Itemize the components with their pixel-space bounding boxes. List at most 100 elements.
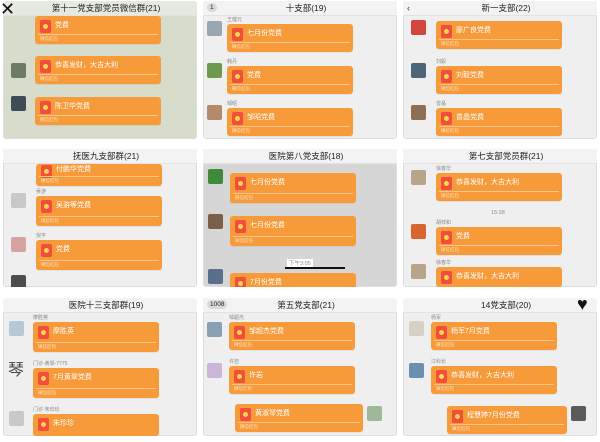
sender-name: 刘毅 [436, 59, 447, 65]
red-packet-message[interactable]: 恭喜发财，大吉大利 微信红包 [431, 366, 557, 394]
chat-title: 抚医九支部群(21) [72, 151, 140, 161]
red-packet-message[interactable]: 恭喜发财，大吉大利 微信红包 [35, 56, 161, 84]
avatar[interactable] [207, 363, 222, 378]
avatar[interactable] [411, 224, 426, 239]
red-packet-icon [38, 372, 49, 385]
red-packet-label: 微信红包 [41, 262, 59, 267]
red-packet-icon [441, 25, 452, 38]
red-packet-icon [41, 244, 52, 257]
red-packet-label: 微信红包 [436, 342, 454, 347]
red-packet-message[interactable]: 党费 微信红包 [36, 240, 162, 270]
red-packet-message[interactable]: 许岩 微信红包 [229, 366, 355, 394]
red-packet-text: 邹昭党费 [247, 114, 275, 121]
red-packet-label: 微信红包 [235, 238, 253, 243]
red-packet-icon [235, 177, 246, 190]
red-packet-icon [40, 101, 51, 114]
red-packet-text: 七月份党费 [250, 222, 285, 229]
red-packet-message[interactable]: 付鹏华党费 微信红包 [36, 164, 162, 186]
avatar[interactable] [411, 264, 426, 279]
red-packet-message[interactable]: 邹超杰党费 微信红包 [229, 322, 355, 350]
chat-panel-5: 1008 第五党支部(21) 邹超杰 邹超杰党费 微信红包 许岩 许岩 微信红包… [203, 298, 397, 436]
avatar[interactable] [11, 275, 26, 287]
red-packet-message[interactable]: 陈卫华党费 微信红包 [35, 97, 161, 125]
avatar[interactable] [409, 321, 424, 336]
red-packet-message[interactable]: 党费 微信红包 [227, 66, 353, 94]
red-packet-label: 微信红包 [40, 117, 58, 122]
red-packet-message[interactable]: 恭喜发财，大吉大利 [436, 267, 562, 287]
avatar[interactable] [11, 237, 26, 252]
chat-header: 1 十支部(19) [203, 1, 397, 16]
chat-title: 医院第八党支部(18) [268, 151, 344, 161]
avatar[interactable] [411, 170, 426, 185]
chat-title: 第七支部党员群(21) [468, 151, 544, 161]
chat-panel-new1: ‹ 新一支部(22) 廖广良党费 微信红包 刘毅 刘毅党费 微信红包 曾晶 曾晶… [403, 1, 597, 139]
red-packet-message[interactable]: 黄淑琴党费 微信红包 [235, 404, 363, 432]
avatar[interactable] [11, 193, 26, 208]
red-packet-message[interactable]: 程慧婷7月份党费 微信红包 [447, 406, 567, 434]
avatar[interactable] [9, 411, 24, 426]
red-packet-text: 程慧婷7月份党费 [467, 412, 520, 419]
red-packet-icon [441, 70, 452, 83]
avatar[interactable] [207, 63, 222, 78]
sender-name: 许岩 [229, 359, 240, 365]
red-packet-label: 微信红包 [38, 390, 56, 395]
sender-name: 杨军 [431, 315, 442, 321]
red-packet-message[interactable]: 党费 微信红包 [35, 16, 161, 44]
avatar[interactable] [9, 321, 24, 336]
avatar[interactable] [207, 21, 222, 36]
red-packet-text: 陈卫华党费 [55, 103, 90, 110]
red-packet-icon [235, 220, 246, 233]
avatar[interactable] [409, 363, 424, 378]
avatar[interactable] [411, 63, 426, 78]
red-packet-message[interactable]: 邹昭党费 微信红包 [227, 108, 353, 136]
red-packet-text: 恭喜发财，大吉大利 [456, 273, 519, 280]
back-arrow-icon[interactable]: ‹ [407, 2, 410, 14]
sender-name: 邹昭 [227, 101, 238, 107]
red-packet-text: 吴游等党费 [56, 202, 91, 209]
red-packet-icon [441, 271, 452, 284]
sender-name: 韩丹 [227, 59, 238, 65]
red-packet-icon [232, 112, 243, 125]
red-packet-label: 微信红包 [40, 36, 58, 41]
avatar[interactable] [208, 214, 223, 229]
avatar[interactable] [207, 322, 222, 337]
red-packet-message[interactable]: 杨军7月党费 微信红包 [431, 322, 557, 350]
sender-name: 徐春华 [436, 260, 452, 266]
red-packet-text: 许岩 [249, 372, 263, 379]
avatar[interactable] [11, 96, 26, 111]
red-packet-message[interactable]: 廖广良党费 微信红包 [436, 21, 562, 49]
red-packet-message[interactable]: 党费 微信红包 [436, 227, 562, 255]
red-packet-message[interactable]: 7月份党费 [230, 273, 356, 287]
red-packet-message[interactable]: 七月份党费 微信红包 [230, 216, 356, 246]
red-packet-message[interactable]: 七月份党费 微信红包 [230, 173, 356, 203]
red-packet-message[interactable]: 7月黄翠党费 微信红包 [33, 368, 159, 398]
red-packet-message[interactable]: 恭喜发财，大吉大利 微信红包 [436, 173, 562, 201]
avatar[interactable] [411, 105, 426, 120]
avatar[interactable] [411, 20, 426, 35]
sender-name: 门诊-黄翠-7775 [33, 361, 68, 367]
red-packet-message[interactable]: 摩胜英 微信红包 [33, 322, 159, 352]
red-packet-message[interactable]: 七月份党费 微信红包 [227, 24, 353, 52]
red-packet-icon [436, 326, 447, 339]
chat-header: 医院第八党支部(18) [203, 149, 397, 164]
avatar[interactable] [207, 105, 222, 120]
red-packet-message[interactable]: 刘毅党费 微信红包 [436, 66, 562, 94]
chat-title: 第五党支部(21) [277, 300, 335, 310]
red-packet-icon [232, 70, 243, 83]
red-packet-label: 微信红包 [232, 86, 250, 91]
red-packet-message[interactable]: 曾晶党费 微信红包 [436, 108, 562, 136]
avatar[interactable] [367, 406, 382, 421]
avatar[interactable] [11, 63, 26, 78]
red-packet-icon [38, 418, 49, 431]
red-packet-icon [40, 20, 51, 33]
chat-panel-11: ‹ 第十一党支部党员微信群(21) 党费 微信红包 恭喜发财，大吉大利 微信红包… [3, 1, 197, 139]
red-packet-text: 七月份党费 [247, 30, 282, 37]
red-packet-label: 微信红包 [234, 342, 252, 347]
red-packet-message[interactable]: 朱珍珍 [33, 414, 159, 436]
red-packet-icon [441, 112, 452, 125]
avatar[interactable] [571, 406, 586, 421]
red-packet-message[interactable]: 吴游等党费 微信红包 [36, 196, 162, 226]
chat-header: 14党支部(20) [403, 298, 597, 313]
avatar[interactable] [208, 169, 223, 184]
avatar[interactable] [208, 269, 223, 284]
